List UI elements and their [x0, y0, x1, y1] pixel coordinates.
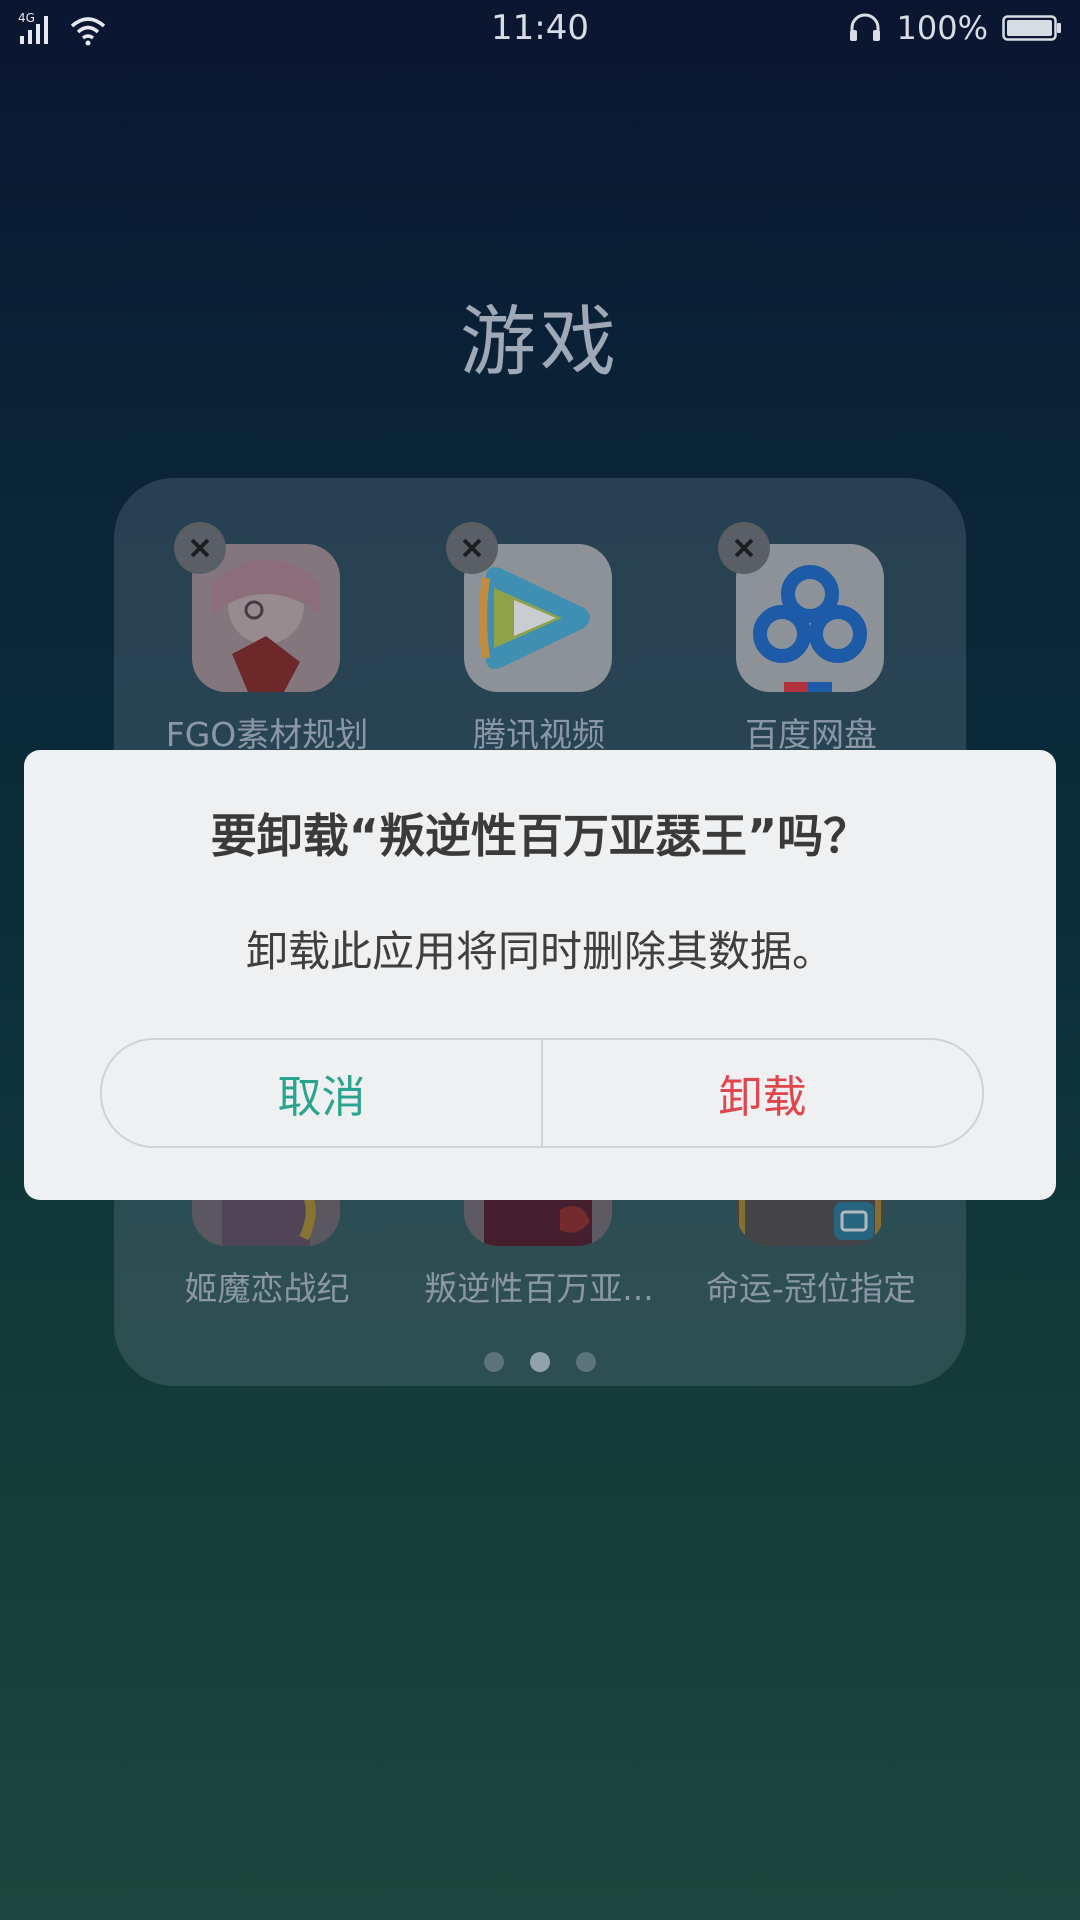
app-label: 腾讯视频	[473, 715, 605, 754]
status-bar: 4G 11:40 100%	[0, 0, 1080, 58]
app-baidu-netdisk[interactable]: 百度网盘	[696, 520, 926, 754]
delete-badge-icon[interactable]	[446, 522, 498, 574]
app-tencent-video[interactable]: 腾讯视频	[424, 520, 654, 754]
status-right-group: 100%	[847, 8, 1062, 48]
page-dot[interactable]	[484, 1352, 504, 1372]
page-dot[interactable]	[576, 1352, 596, 1372]
dialog-title: 要卸载“叛逆性百万亚瑟王”吗？	[210, 809, 870, 863]
headphone-icon	[849, 13, 880, 41]
page-dot-active[interactable]	[530, 1352, 550, 1372]
dialog-button-group: 取消 卸载	[100, 1038, 984, 1148]
delete-badge-icon[interactable]	[718, 522, 770, 574]
delete-badge-icon[interactable]	[174, 522, 226, 574]
app-label: 百度网盘	[745, 715, 877, 754]
battery-percent: 100%	[896, 9, 988, 47]
app-fgo-planner[interactable]: FGO素材规划	[152, 520, 382, 754]
app-label: 姬魔恋战纪	[184, 1269, 350, 1308]
battery-icon	[1002, 15, 1061, 41]
uninstall-dialog: 要卸载“叛逆性百万亚瑟王”吗？ 卸载此应用将同时删除其数据。 取消 卸载	[24, 750, 1056, 1200]
app-label: 叛逆性百万亚...	[424, 1269, 654, 1308]
uninstall-button[interactable]: 卸载	[543, 1040, 982, 1146]
cancel-button[interactable]: 取消	[102, 1040, 543, 1146]
app-label: FGO素材规划	[165, 715, 369, 754]
app-label: 命运-冠位指定	[706, 1269, 916, 1308]
dialog-message: 卸载此应用将同时删除其数据。	[245, 927, 834, 976]
page-indicator	[0, 1352, 1080, 1372]
folder-title[interactable]: 游戏	[0, 280, 1080, 390]
